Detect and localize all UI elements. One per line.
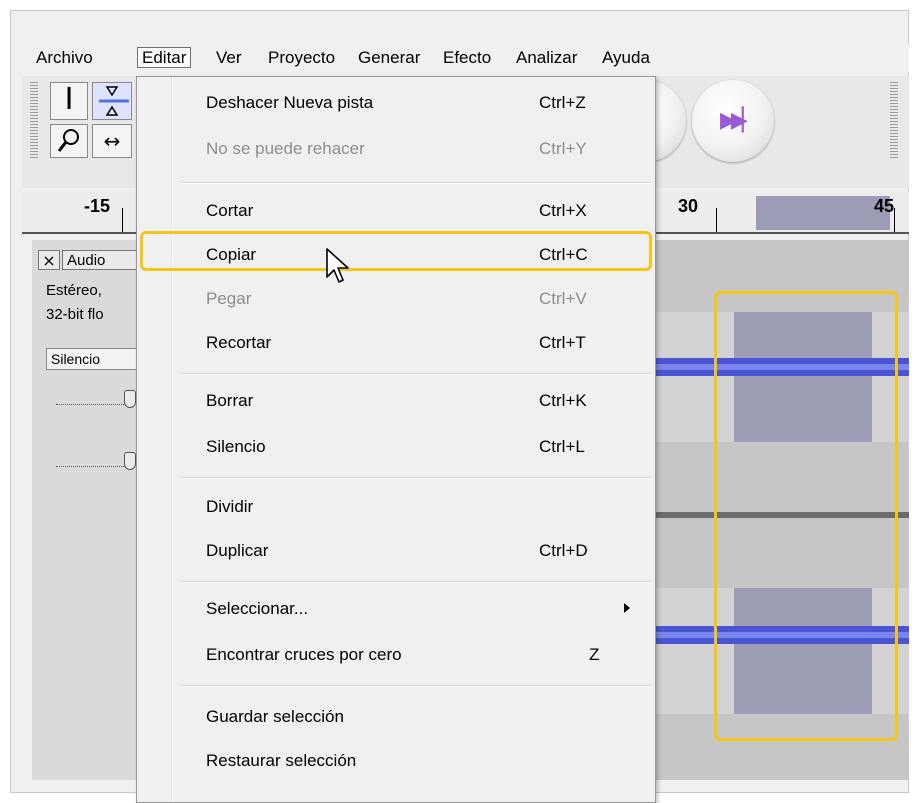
menu-ayuda[interactable]: Ayuda xyxy=(598,47,654,68)
menu-item-label: Seleccionar... xyxy=(206,599,309,618)
menu-item-shortcut: Ctrl+V xyxy=(539,289,587,308)
menu-item-shortcut: Z xyxy=(589,645,600,664)
menu-item-shortcut: Ctrl+Z xyxy=(539,93,586,112)
menu-proyecto[interactable]: Proyecto xyxy=(264,47,339,68)
zoom-tool-icon[interactable] xyxy=(50,124,88,158)
selection-tool-icon[interactable]: I xyxy=(50,82,88,120)
track-control-panel: × Audio Estéreo, 32-bit flo Silencio xyxy=(32,240,143,780)
menu-item-cut[interactable]: Cortar Ctrl+X xyxy=(137,191,655,231)
menu-analizar[interactable]: Analizar xyxy=(512,47,581,68)
toolbar-grip-right[interactable] xyxy=(890,82,898,158)
menu-item-label: Cortar xyxy=(206,201,254,220)
track-name-menu[interactable]: Audio xyxy=(62,250,142,270)
menu-bar: Archivo Editar Ver Proyecto Generar Efec… xyxy=(22,44,909,72)
menu-item-shortcut: Ctrl+Y xyxy=(539,139,587,158)
track-format: 32-bit flo xyxy=(46,306,104,323)
menu-separator xyxy=(181,581,651,583)
track-channels: Estéreo, xyxy=(46,282,102,299)
gain-slider-knob[interactable] xyxy=(124,390,136,408)
menu-separator xyxy=(181,373,651,375)
menu-editar[interactable]: Editar xyxy=(137,47,192,68)
toolbar-grip[interactable] xyxy=(30,82,38,158)
ruler-tick xyxy=(122,208,123,232)
menu-item-find-zero-crossings[interactable]: Encontrar cruces por cero Z xyxy=(137,635,655,675)
menu-ver[interactable]: Ver xyxy=(212,47,246,68)
skip-end-button[interactable]: ▶▶▏ xyxy=(692,80,774,162)
menu-generar[interactable]: Generar xyxy=(354,47,424,68)
menu-item-label: Guardar selección xyxy=(206,707,344,726)
menu-archivo[interactable]: Archivo xyxy=(32,47,97,68)
menu-item-label: Dividir xyxy=(206,497,254,516)
menu-item-label: Deshacer Nueva pista xyxy=(206,93,374,112)
timeshift-tool-icon[interactable]: ↔ xyxy=(92,124,132,158)
menu-item-label: Encontrar cruces por cero xyxy=(206,645,402,664)
edit-menu-dropdown: Deshacer Nueva pista Ctrl+Z No se puede … xyxy=(136,76,656,803)
menu-separator xyxy=(181,477,651,479)
ruler-tick xyxy=(894,208,895,232)
menu-item-restore-selection[interactable]: Restaurar selección xyxy=(137,741,655,781)
menu-item-shortcut: Ctrl+X xyxy=(539,201,587,220)
ruler-selection xyxy=(756,196,890,230)
menu-item-duplicate[interactable]: Duplicar Ctrl+D xyxy=(137,531,655,571)
ruler-label: -15 xyxy=(84,196,111,216)
menu-item-trim[interactable]: Recortar Ctrl+T xyxy=(137,323,655,363)
menu-efecto[interactable]: Efecto xyxy=(439,47,495,68)
menu-item-undo[interactable]: Deshacer Nueva pista Ctrl+Z xyxy=(137,83,655,123)
envelope-tool-icon[interactable] xyxy=(92,82,132,120)
menu-item-label: Recortar xyxy=(206,333,272,352)
mute-button[interactable]: Silencio xyxy=(46,348,142,370)
menu-item-redo: No se puede rehacer Ctrl+Y xyxy=(137,129,655,169)
menu-item-shortcut: Ctrl+D xyxy=(539,541,588,560)
ruler-label: 45 xyxy=(874,196,895,216)
menu-item-shortcut: Ctrl+K xyxy=(539,391,587,410)
menu-item-shortcut: Ctrl+L xyxy=(539,437,585,456)
submenu-arrow-icon xyxy=(624,603,630,613)
pan-slider-knob[interactable] xyxy=(124,452,136,470)
copy-highlight-box xyxy=(140,231,652,271)
menu-item-paste: Pegar Ctrl+V xyxy=(137,279,655,319)
menu-item-label: Borrar xyxy=(206,391,254,410)
close-track-icon[interactable]: × xyxy=(38,250,60,270)
menu-item-label: Restaurar selección xyxy=(206,751,357,770)
menu-item-label: Duplicar xyxy=(206,541,269,560)
ruler-tick xyxy=(716,208,717,232)
menu-item-select[interactable]: Seleccionar... xyxy=(137,589,655,629)
menu-item-label: Silencio xyxy=(206,437,266,456)
mouse-pointer-icon xyxy=(326,248,349,283)
menu-separator xyxy=(181,182,651,184)
gain-slider[interactable] xyxy=(56,390,136,408)
pan-slider[interactable] xyxy=(56,452,136,470)
menu-item-save-selection[interactable]: Guardar selección xyxy=(137,697,655,737)
skip-end-icon: ▶▶▏ xyxy=(720,108,759,133)
menu-item-delete[interactable]: Borrar Ctrl+K xyxy=(137,381,655,421)
menu-separator xyxy=(181,685,651,687)
selection-highlight-box xyxy=(714,291,898,741)
menu-item-label: Pegar xyxy=(206,289,252,308)
menu-item-label: No se puede rehacer xyxy=(206,139,365,158)
menu-item-silence[interactable]: Silencio Ctrl+L xyxy=(137,427,655,467)
ruler-label: 30 xyxy=(678,196,699,216)
menu-item-shortcut: Ctrl+T xyxy=(539,333,586,352)
menu-item-split[interactable]: Dividir xyxy=(137,487,655,527)
